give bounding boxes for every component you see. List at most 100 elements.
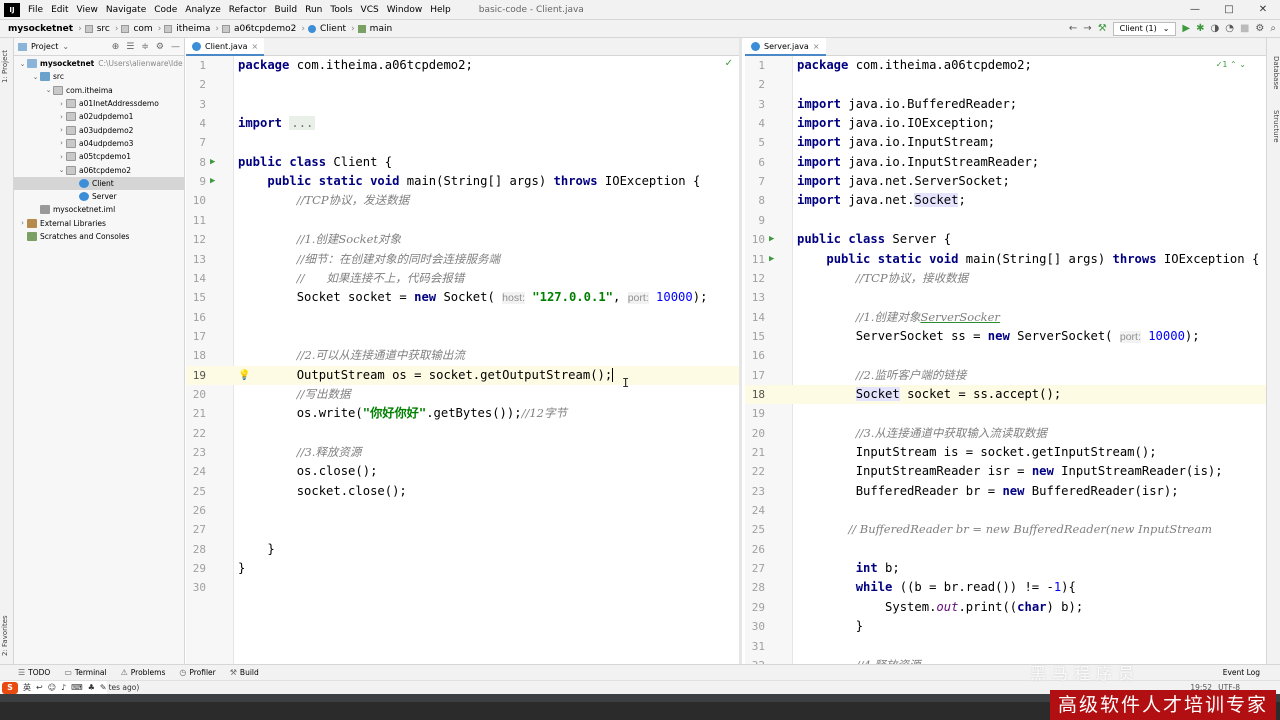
code-line[interactable]: 10 //TCP协议，发送数据 bbox=[186, 191, 739, 210]
debug-icon[interactable]: ✱ bbox=[1196, 20, 1204, 38]
code-line[interactable]: 13 //细节：在创建对象的同时会连接服务端 bbox=[186, 250, 739, 269]
code-line[interactable]: 19 💡 OutputStream os = socket.getOutputSt… bbox=[186, 365, 739, 385]
menu-window[interactable]: Window bbox=[383, 0, 427, 20]
code-line[interactable]: 21 InputStream is = socket.getInputStrea… bbox=[745, 443, 1266, 462]
code-line[interactable]: 24 os.close(); bbox=[186, 462, 739, 481]
code-line[interactable]: 16 bbox=[745, 346, 1266, 365]
code-line[interactable]: 32 //4.释放资源 bbox=[745, 656, 1266, 664]
code-line[interactable]: 30 } bbox=[745, 617, 1266, 636]
expand-all-icon[interactable]: ☰ bbox=[126, 42, 134, 52]
ime-keyboard-icon[interactable]: ⌨ bbox=[71, 683, 83, 692]
code-line[interactable]: 6 import java.io.InputStreamReader; bbox=[745, 153, 1266, 172]
collapsed-arrow-icon[interactable]: › bbox=[57, 100, 66, 108]
code-line[interactable]: 22 bbox=[186, 424, 739, 443]
code-line[interactable]: 7 bbox=[186, 133, 739, 152]
coverage-icon[interactable]: ◑ bbox=[1211, 20, 1220, 38]
back-arrow-icon[interactable]: ← bbox=[1069, 20, 1077, 38]
favorites-tool-button[interactable]: 2: Favorites bbox=[1, 608, 13, 663]
collapsed-arrow-icon[interactable]: › bbox=[57, 126, 66, 134]
code-line[interactable]: 24 bbox=[745, 501, 1266, 520]
menu-refactor[interactable]: Refactor bbox=[225, 0, 271, 20]
menu-vcs[interactable]: VCS bbox=[357, 0, 383, 20]
minimize-icon[interactable]: — bbox=[1178, 0, 1212, 20]
code-area[interactable]: 1 package com.itheima.a06tcpdemo2; 2 3 4 impo… bbox=[186, 56, 739, 664]
close-tab-icon[interactable]: × bbox=[813, 42, 820, 51]
run-gutter-icon[interactable]: ▶ bbox=[769, 230, 774, 249]
code-line[interactable]: 8 ▶ public class Client { bbox=[186, 153, 739, 172]
tree-item-mysocketnet-iml[interactable]: mysocketnet.iml bbox=[14, 203, 184, 216]
ime-punctuation-icon[interactable]: ↩ bbox=[36, 683, 43, 692]
tab-client-java[interactable]: Client.java × bbox=[186, 38, 265, 56]
stop-icon[interactable]: ■ bbox=[1240, 20, 1249, 38]
code-line[interactable]: 8 import java.net.Socket; bbox=[745, 191, 1266, 210]
code-line[interactable]: 1 package com.itheima.a06tcpdemo2; bbox=[745, 56, 1266, 75]
sogou-ime-icon[interactable]: S bbox=[2, 681, 18, 694]
structure-tool-button[interactable]: Structure bbox=[1268, 110, 1280, 155]
code-line[interactable]: 3 import java.io.BufferedReader; bbox=[745, 95, 1266, 114]
run-gutter-icon[interactable]: ▶ bbox=[769, 250, 774, 269]
code-line[interactable]: 19 bbox=[745, 404, 1266, 423]
event-log-button[interactable]: Event Log bbox=[1223, 668, 1260, 677]
code-line[interactable]: 29} bbox=[186, 559, 739, 578]
code-line[interactable]: 14 // 如果连接不上，代码会报错 bbox=[186, 269, 739, 288]
run-icon[interactable]: ▶ bbox=[1182, 20, 1190, 38]
code-line[interactable]: 20 //3.从连接通道中获取输入流读取数据 bbox=[745, 424, 1266, 443]
tree-item-server[interactable]: Server bbox=[14, 190, 184, 203]
code-line[interactable]: 30 bbox=[186, 578, 739, 597]
ime-tools-icon[interactable]: ✎ bbox=[100, 683, 107, 692]
collapsed-arrow-icon[interactable]: › bbox=[57, 153, 66, 161]
code-line[interactable]: 13 bbox=[745, 288, 1266, 307]
menu-file[interactable]: File bbox=[24, 0, 47, 20]
menu-view[interactable]: View bbox=[73, 0, 102, 20]
menu-tools[interactable]: Tools bbox=[326, 0, 356, 20]
run-gutter-icon[interactable]: ▶ bbox=[210, 153, 215, 172]
forward-arrow-icon[interactable]: → bbox=[1083, 20, 1091, 38]
code-line[interactable]: 16 bbox=[186, 308, 739, 327]
code-line[interactable]: 2 bbox=[186, 75, 739, 94]
code-line[interactable]: 4 import java.io.IOException; bbox=[745, 114, 1266, 133]
expanded-arrow-icon[interactable]: ⌄ bbox=[18, 60, 27, 68]
menu-build[interactable]: Build bbox=[271, 0, 302, 20]
code-line[interactable]: 26 bbox=[745, 540, 1266, 559]
code-line[interactable]: 18 Socket socket = ss.accept(); bbox=[745, 384, 1266, 405]
tree-item-a06tcpdemo2[interactable]: ⌄ a06tcpdemo2 bbox=[14, 163, 184, 176]
code-line[interactable]: 14 //1.创建对象ServerSocker bbox=[745, 308, 1266, 327]
tab-todo[interactable]: ☰ TODO bbox=[18, 668, 50, 677]
ime-voice-icon[interactable]: ♪ bbox=[61, 683, 66, 692]
code-line[interactable]: 25 socket.close(); bbox=[186, 482, 739, 501]
tree-item-a02udpdemo1[interactable]: › a02udpdemo1 bbox=[14, 110, 184, 123]
code-line[interactable]: 12 //1.创建Socket对象 bbox=[186, 230, 739, 249]
code-line[interactable]: 9 bbox=[745, 211, 1266, 230]
breadcrumb-item[interactable]: src bbox=[95, 20, 112, 38]
collapse-all-icon[interactable]: ≑ bbox=[141, 42, 149, 52]
code-line[interactable]: 1 package com.itheima.a06tcpdemo2; bbox=[186, 56, 739, 75]
code-line[interactable]: 21 os.write("你好你好".getBytes());//12字节 bbox=[186, 404, 739, 423]
tree-item-a04udpdemo3[interactable]: › a04udpdemo3 bbox=[14, 137, 184, 150]
project-tool-button[interactable]: 1: Project bbox=[1, 42, 13, 92]
ime-skin-icon[interactable]: ♣ bbox=[88, 683, 95, 692]
code-line[interactable]: 27 int b; bbox=[745, 559, 1266, 578]
expanded-arrow-icon[interactable]: ⌄ bbox=[57, 166, 66, 174]
code-line[interactable]: 28 while ((b = br.read()) != -1){ bbox=[745, 578, 1266, 597]
tree-item-mysocketnet[interactable]: ⌄ mysocketnet C:\Users\alienware\Ide bbox=[14, 57, 184, 70]
maximize-icon[interactable]: □ bbox=[1212, 0, 1246, 20]
menu-analyze[interactable]: Analyze bbox=[181, 0, 224, 20]
code-line[interactable]: 11 bbox=[186, 211, 739, 230]
tree-item-a01inetaddressdemo[interactable]: › a01InetAddressdemo bbox=[14, 97, 184, 110]
tree-item-com-itheima[interactable]: ⌄ com.itheima bbox=[14, 84, 184, 97]
expanded-arrow-icon[interactable]: ⌄ bbox=[31, 73, 40, 81]
code-line[interactable]: 2 bbox=[745, 75, 1266, 94]
code-line[interactable]: 15 ServerSocket ss = new ServerSocket( p… bbox=[745, 327, 1266, 346]
menu-code[interactable]: Code bbox=[150, 0, 181, 20]
breadcrumb-item[interactable]: a06tcpdemo2 bbox=[232, 20, 298, 38]
build-hammer-icon[interactable]: ⚒ bbox=[1098, 20, 1107, 38]
tab-problems[interactable]: ⚠ Problems bbox=[121, 668, 166, 677]
code-line[interactable]: 17 bbox=[186, 327, 739, 346]
code-line[interactable]: 29 System.out.print((char) b); bbox=[745, 598, 1266, 617]
tree-item-src[interactable]: ⌄ src bbox=[14, 70, 184, 83]
tab-build[interactable]: ⚒ Build bbox=[230, 668, 259, 677]
tree-item-scratches-and-consoles[interactable]: Scratches and Consoles bbox=[14, 230, 184, 243]
run-gutter-icon[interactable]: ▶ bbox=[210, 172, 215, 191]
tab-server-java[interactable]: Server.java × bbox=[745, 38, 826, 56]
tree-item-client[interactable]: Client bbox=[14, 176, 184, 190]
